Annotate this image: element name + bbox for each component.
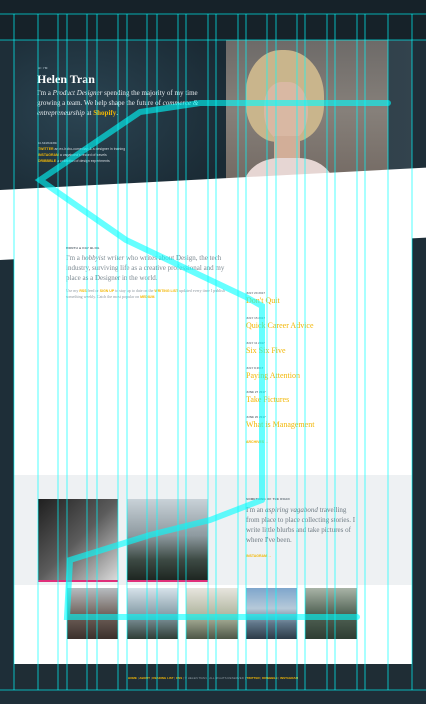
travel-intro: I'm an aspiring vagabond travelling from… <box>246 505 361 545</box>
photo-lake[interactable] <box>246 588 297 639</box>
footer-home-link[interactable]: HOME <box>128 676 137 680</box>
bio-text: at <box>84 109 94 117</box>
photo-street[interactable] <box>67 588 118 639</box>
post-title-link[interactable]: Six Six Five <box>246 346 286 355</box>
twitter-link[interactable]: TWITTER <box>38 147 54 151</box>
post-title-link[interactable]: Quick Career Advice <box>246 321 314 330</box>
bio-text: . <box>116 109 118 117</box>
blog-label: MONTH & DAY BLOG <box>66 246 100 250</box>
social-description: a vagabond's record of travels <box>59 153 107 157</box>
note-text: to stay up to date on the <box>114 288 155 293</box>
photo-forest[interactable] <box>305 588 357 639</box>
post-date: JUNE 20 2017 <box>246 415 266 419</box>
bio-text: I'm a <box>37 89 53 97</box>
blog-intro: I'm a hobbyist writer who writes about D… <box>66 253 236 283</box>
bio-role: Product Designer <box>52 89 103 97</box>
hero-bio: I'm a Product Designer spending the majo… <box>37 88 217 118</box>
social-description: an ex-hobo-comedian & a designer in trai… <box>54 147 126 151</box>
photo-dancer[interactable] <box>38 499 118 582</box>
hero-kicker: HI I'M <box>38 66 48 70</box>
post-date: JULY 20 2017 <box>246 291 266 295</box>
travel-emphasis: aspiring vagabond <box>265 506 318 514</box>
footer-instagram-link[interactable]: INSTAGRAM <box>280 676 298 680</box>
photo-snow-peak[interactable] <box>127 588 178 639</box>
travel-label: SOMETHING OF THE ROAD <box>246 497 290 501</box>
archives-link[interactable]: ARCHIVES → <box>246 440 269 444</box>
post-title-link[interactable]: Paying Attention <box>246 371 300 380</box>
footer-nav: HOME | ABOUT | READING LIST | RSS | © HE… <box>0 676 426 680</box>
social-description: a collection of design experiments <box>57 159 110 163</box>
post-date: JULY 15 2017 <box>246 316 266 320</box>
post-title-link[interactable]: What is Management <box>246 420 314 429</box>
footer-rss-link[interactable]: RSS <box>176 676 182 680</box>
instagram-link[interactable]: INSTAGRAM <box>38 153 59 157</box>
intro-emphasis: hobbyist writer <box>81 254 125 262</box>
travel-text: I'm an <box>246 506 266 514</box>
post-title-link[interactable]: Don't Quit <box>246 296 280 305</box>
post-date: JUNE 27 2017 <box>246 390 266 394</box>
instagram-more-link[interactable]: INSTAGRAM → <box>246 554 271 558</box>
note-text: . <box>154 294 156 299</box>
rss-link[interactable]: RSS <box>79 289 86 293</box>
social-row-twitter: TWITTER an ex-hobo-comedian & a designer… <box>38 147 158 151</box>
social-row-instagram: INSTAGRAM a vagabond's record of travels <box>38 153 158 157</box>
elsewhere-label: ELSEWHERE <box>38 141 58 145</box>
photo-mountains[interactable] <box>127 499 208 582</box>
photo-field[interactable] <box>186 588 238 639</box>
page: HI I'M Helen Tran I'm a Product Designer… <box>0 0 426 704</box>
intro-text: I'm a <box>66 254 82 262</box>
portrait-face <box>264 82 308 142</box>
footer-reading-list-link[interactable]: READING LIST <box>152 676 173 680</box>
footer-copyright: © HELEN TRAN · ALL RIGHTS RESERVED <box>184 676 244 680</box>
note-text: Use my <box>66 288 80 293</box>
post-title-link[interactable]: Take Pictures <box>246 395 289 404</box>
writing-list-link[interactable]: WRITING LIST <box>154 289 178 293</box>
hero-name: Helen Tran <box>37 72 95 86</box>
blog-subscribe-note: Use my RSS feed or SIGN UP to stay up to… <box>66 288 236 300</box>
post-date: JULY 8 2017 <box>246 366 264 370</box>
dribbble-link[interactable]: DRIBBBLE <box>38 159 56 163</box>
post-date: JULY 11 2017 <box>246 341 265 345</box>
footer-dribbble-link[interactable]: DRIBBBLE <box>262 676 278 680</box>
medium-link[interactable]: MEDIUM <box>140 295 154 299</box>
shopify-link[interactable]: Shopify <box>93 109 116 117</box>
top-band <box>0 0 426 40</box>
note-text: feed or <box>86 288 100 293</box>
footer-about-link[interactable]: ABOUT <box>139 676 150 680</box>
footer-twitter-link[interactable]: TWITTER <box>246 676 259 680</box>
signup-link[interactable]: SIGN UP <box>100 289 114 293</box>
social-row-dribbble: DRIBBBLE a collection of design experime… <box>38 159 158 163</box>
